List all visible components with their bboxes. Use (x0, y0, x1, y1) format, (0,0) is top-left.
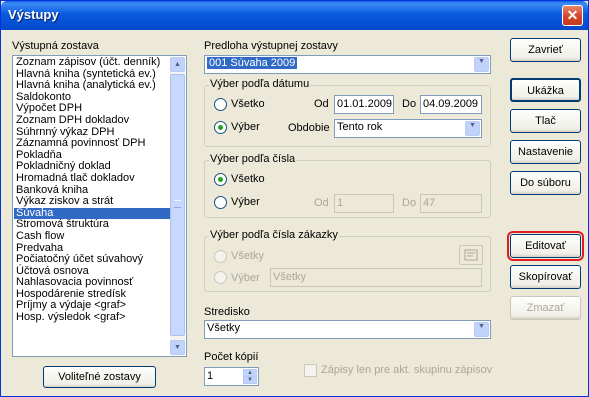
group-only-label: Zápisy len pre akt. skupinu zápisov (321, 364, 493, 376)
template-select[interactable]: 001 Súvaha 2009 ▼ (204, 55, 491, 74)
to-file-button-label: Do súboru (520, 177, 571, 189)
number-select-label: Výber (231, 196, 260, 208)
print-button[interactable]: Tlač (510, 109, 581, 133)
report-list-item[interactable]: Zoznam zápisov (účt. denník) (14, 57, 171, 69)
close-icon[interactable]: ✕ (562, 5, 583, 26)
browse-glyph (464, 249, 478, 261)
order-group-title: Výber podľa čísla zákazky (209, 229, 339, 241)
template-value: 001 Súvaha 2009 (207, 57, 298, 69)
report-listbox[interactable]: Zoznam zápisov (účt. denník) Hlavná kniha… (12, 55, 187, 357)
report-list-scrollbar[interactable]: ▲ ▼ (170, 57, 185, 355)
copies-value: 1 (207, 370, 214, 382)
date-select-label: Výber (231, 121, 260, 133)
optional-reports-label: Voliteľné zostavy (58, 371, 141, 383)
report-list-item[interactable]: Počiatočný účet súvahový (14, 253, 171, 266)
order-all-radio[interactable] (214, 250, 227, 263)
spin-down-icon[interactable]: ▼ (243, 376, 257, 384)
number-from-label: Od (314, 197, 329, 209)
close-button[interactable]: Zavrieť (510, 38, 581, 62)
order-select-radio[interactable] (214, 271, 227, 284)
settings-button[interactable]: Nastavenie (510, 140, 581, 164)
browse-icon[interactable] (459, 245, 483, 265)
delete-button-label: Zmazať (526, 302, 565, 314)
center-select[interactable]: Všetky ▼ (204, 320, 491, 339)
center-label: Stredisko (204, 306, 250, 318)
report-list-item[interactable]: Cash flow (14, 230, 171, 243)
close-button-label: Zavrieť (528, 44, 563, 56)
scroll-up-icon[interactable]: ▲ (170, 57, 185, 72)
date-group-title: Výber podľa dátumu (209, 78, 311, 90)
period-value: Tento rok (337, 121, 383, 133)
copy-button-label: Skopírovať (518, 271, 573, 283)
report-list-item[interactable]: Výkaz ziskov a strát (14, 196, 171, 208)
report-list-item[interactable]: Hosp. výsledok <graf> (14, 311, 171, 324)
date-from-input[interactable]: 01.01.2009 (334, 95, 394, 114)
center-value: Všetky (207, 322, 241, 334)
copy-button[interactable]: Skopírovať (510, 265, 581, 289)
to-file-button[interactable]: Do súboru (510, 171, 581, 195)
order-all-label: Všetky (231, 250, 265, 262)
edit-button[interactable]: Editovať (507, 231, 584, 261)
copies-label: Počet kópií (204, 351, 259, 363)
order-select-input[interactable]: Všetky (270, 268, 482, 287)
number-to-label: Do (402, 197, 417, 209)
preview-button[interactable]: Ukážka (510, 78, 581, 102)
number-from-input[interactable]: 1 (334, 194, 394, 213)
window-title: Výstupy (8, 7, 59, 22)
chevron-down-icon[interactable]: ▼ (474, 322, 489, 337)
number-select-radio[interactable] (214, 196, 227, 209)
date-select-radio[interactable] (214, 121, 227, 134)
report-list-item[interactable]: Hromadná tlač dokladov (14, 172, 171, 185)
period-select[interactable]: Tento rok ▼ (334, 119, 482, 138)
chevron-down-icon[interactable]: ▼ (474, 57, 489, 72)
number-to-input[interactable]: 47 (420, 194, 482, 213)
date-all-radio[interactable] (214, 98, 227, 111)
edit-button-label: Editovať (525, 240, 566, 252)
template-label: Predloha výstupnej zostavy (204, 40, 338, 52)
order-select-label: Výber (231, 272, 260, 284)
chevron-down-icon[interactable]: ▼ (465, 121, 480, 136)
number-all-label: Všetko (231, 173, 265, 185)
report-list-item[interactable]: Zoznam DPH dokladov (14, 114, 171, 127)
settings-button-label: Nastavenie (517, 146, 574, 158)
outputs-dialog: Výstupy ✕ Výstupná zostava Zoznam zápiso… (0, 0, 589, 397)
group-only-checkbox[interactable] (304, 364, 317, 377)
print-button-label: Tlač (535, 115, 556, 127)
scroll-down-icon[interactable]: ▼ (170, 340, 185, 355)
optional-reports-button[interactable]: Voliteľné zostavy (43, 366, 156, 388)
scroll-thumb[interactable] (170, 74, 185, 336)
report-list-label: Výstupná zostava (12, 40, 99, 52)
number-group-title: Výber podľa čísla (209, 153, 297, 165)
delete-button[interactable]: Zmazať (510, 296, 581, 320)
scroll-grip (174, 200, 181, 208)
date-all-label: Všetko (231, 98, 265, 110)
period-label: Obdobie (288, 122, 330, 134)
title-bar[interactable]: Výstupy ✕ (1, 1, 588, 30)
number-all-radio[interactable] (214, 173, 227, 186)
preview-button-label: Ukážka (527, 85, 564, 97)
report-list-item[interactable]: Záznamná povinnosť DPH (14, 138, 171, 150)
report-list-items: Zoznam zápisov (účt. denník) Hlavná kniha… (14, 57, 171, 355)
date-from-label: Od (314, 98, 329, 110)
copies-input[interactable]: 1 ▲ ▼ (204, 367, 259, 386)
date-to-input[interactable]: 04.09.2009 (420, 95, 482, 114)
date-to-label: Do (402, 98, 417, 110)
